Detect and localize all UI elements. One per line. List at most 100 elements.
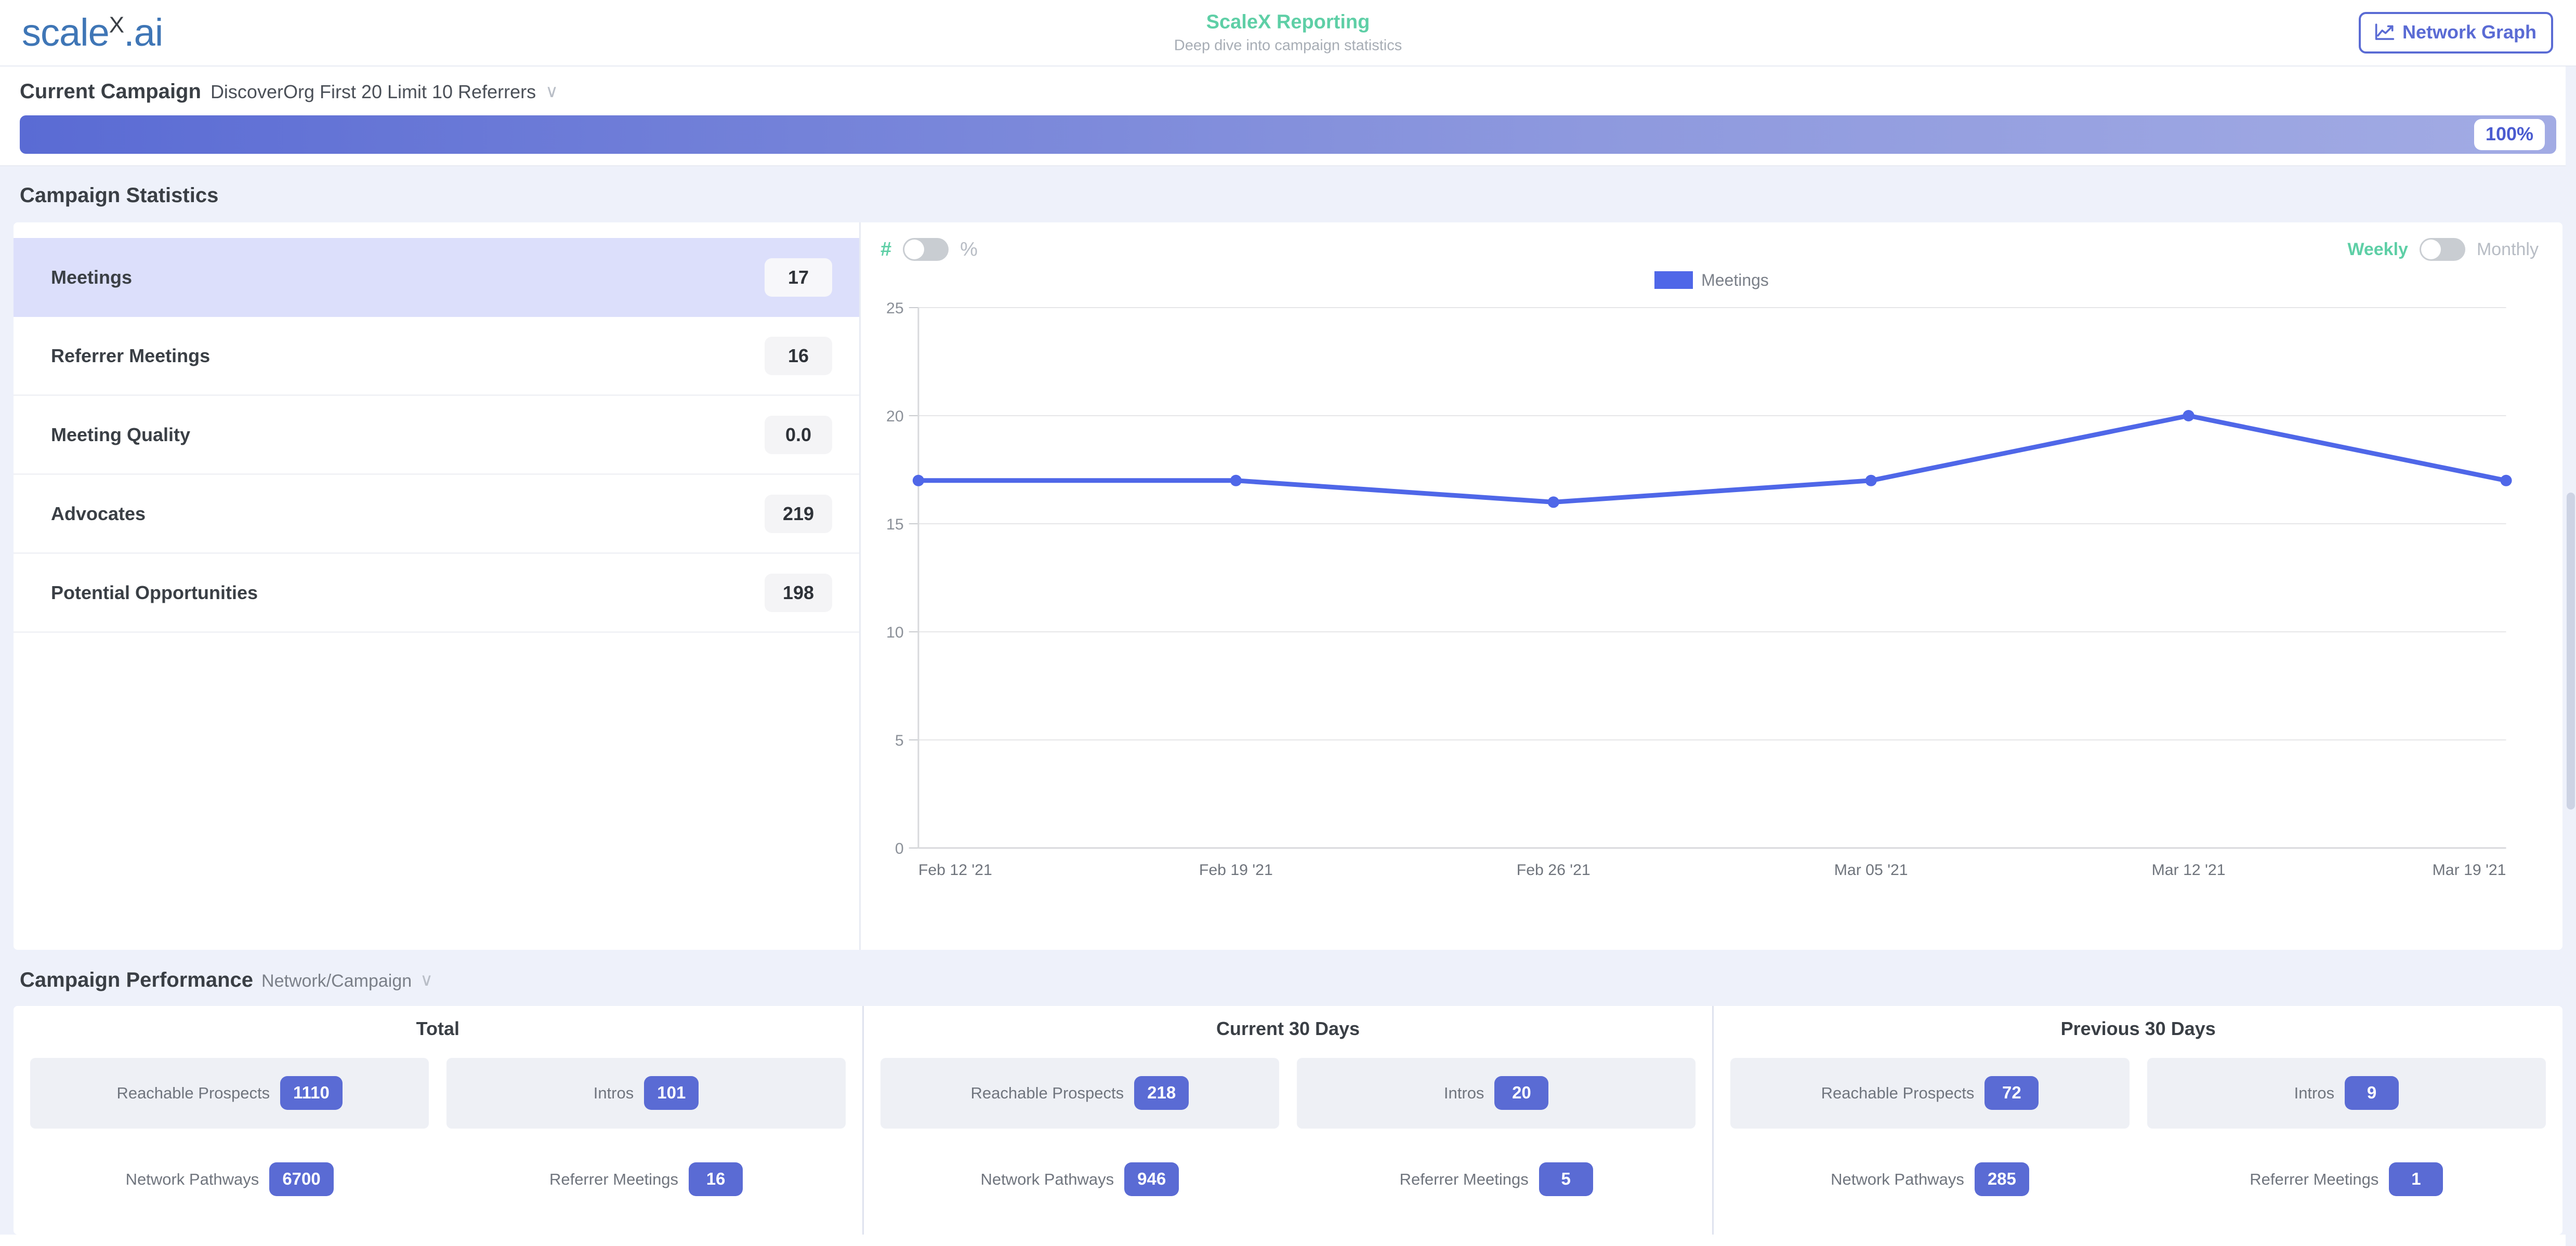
campaign-statistics-title: Campaign Statistics — [20, 184, 219, 207]
percent-toggle-label[interactable]: % — [960, 240, 978, 259]
svg-text:10: 10 — [886, 624, 904, 641]
card-label: Referrer Meetings — [549, 1170, 679, 1189]
card-label: Reachable Prospects — [970, 1084, 1124, 1103]
svg-text:Feb 19 '21: Feb 19 '21 — [1199, 861, 1273, 879]
column-title: Total — [416, 1018, 459, 1039]
logo-main-text: scale — [22, 11, 110, 54]
stat-row-referrer-meetings[interactable]: Referrer Meetings 16 — [14, 317, 859, 396]
card-label: Reachable Prospects — [116, 1084, 270, 1103]
card-label: Network Pathways — [1831, 1170, 1964, 1189]
perf-card-intros: Intros 101 — [446, 1057, 846, 1129]
number-percent-switch[interactable] — [903, 238, 949, 261]
perf-card-network-pathways: Network Pathways 6700 — [30, 1144, 429, 1215]
svg-text:15: 15 — [886, 516, 904, 533]
card-label: Network Pathways — [125, 1170, 259, 1189]
monthly-toggle-label[interactable]: Monthly — [2477, 241, 2539, 258]
stat-label: Meeting Quality — [51, 423, 191, 445]
weekly-toggle-label[interactable]: Weekly — [2347, 241, 2408, 258]
app-header: scaleX.ai ScaleX Reporting Deep dive int… — [0, 0, 2576, 67]
stat-row-potential-opportunities[interactable]: Potential Opportunities 198 — [14, 554, 859, 633]
card-value: 5 — [1539, 1162, 1593, 1197]
perf-card-referrer-meetings: Referrer Meetings 5 — [1297, 1144, 1696, 1215]
logo-superscript: X — [109, 12, 124, 38]
chart-legend: Meetings — [861, 271, 2562, 289]
campaign-performance-header: Campaign Performance Network/Campaign ∨ — [0, 969, 2576, 1006]
page-subtitle: Deep dive into campaign statistics — [1174, 37, 1402, 54]
network-graph-button[interactable]: Network Graph — [2358, 12, 2553, 54]
chevron-down-icon[interactable]: ∨ — [420, 971, 433, 989]
performance-scope-value[interactable]: Network/Campaign — [261, 971, 412, 991]
stat-label: Referrer Meetings — [51, 344, 211, 366]
logo-suffix: .ai — [124, 11, 163, 54]
progress-percent-badge: 100% — [2474, 119, 2545, 150]
svg-text:Feb 12 '21: Feb 12 '21 — [918, 861, 992, 879]
page-scrollbar[interactable] — [2566, 67, 2576, 1246]
switch-knob — [2421, 240, 2441, 259]
stat-value-badge: 198 — [765, 573, 832, 612]
performance-column-current-30-days: Current 30 Days Reachable Prospects 218 … — [864, 1006, 1714, 1235]
card-value: 1 — [2389, 1162, 2443, 1197]
column-title: Previous 30 Days — [2060, 1018, 2216, 1039]
stat-label: Advocates — [51, 502, 146, 524]
legend-label-meetings: Meetings — [1701, 271, 1769, 289]
card-label: Referrer Meetings — [2250, 1170, 2379, 1189]
column-title: Current 30 Days — [1216, 1018, 1360, 1039]
perf-card-referrer-meetings: Referrer Meetings 1 — [2147, 1144, 2546, 1215]
statistics-list: Meetings 17 Referrer Meetings 16 Meeting… — [14, 222, 861, 950]
svg-text:0: 0 — [895, 840, 904, 857]
current-campaign-value[interactable]: DiscoverOrg First 20 Limit 10 Referrers — [211, 82, 536, 102]
svg-text:Mar 05 '21: Mar 05 '21 — [1834, 861, 1908, 879]
perf-card-intros: Intros 9 — [2147, 1057, 2546, 1129]
scalex-logo[interactable]: scaleX.ai — [22, 14, 163, 52]
line-chart-icon — [2374, 23, 2395, 42]
svg-text:Mar 12 '21: Mar 12 '21 — [2152, 861, 2226, 879]
chevron-down-icon[interactable]: ∨ — [545, 83, 558, 100]
scrollbar-thumb[interactable] — [2567, 493, 2575, 810]
number-percent-toggle-group: # % — [880, 238, 978, 261]
card-value: 20 — [1494, 1076, 1549, 1110]
performance-card-grid: Reachable Prospects 218 Intros 20 Networ… — [880, 1057, 1696, 1215]
performance-card-grid: Reachable Prospects 72 Intros 9 Network … — [1730, 1057, 2546, 1215]
stat-row-advocates[interactable]: Advocates 219 — [14, 475, 859, 554]
perf-card-reachable-prospects: Reachable Prospects 72 — [1730, 1057, 2130, 1129]
card-label: Network Pathways — [980, 1170, 1114, 1189]
card-value: 946 — [1124, 1162, 1179, 1197]
campaign-selector-row: Current Campaign DiscoverOrg First 20 Li… — [20, 80, 2556, 103]
svg-text:5: 5 — [895, 732, 904, 749]
stat-value-badge: 219 — [765, 494, 832, 533]
perf-card-network-pathways: Network Pathways 946 — [880, 1144, 1279, 1215]
card-label: Intros — [1443, 1084, 1484, 1103]
stat-value-badge: 0.0 — [765, 415, 832, 454]
chart-canvas: 0 5 10 15 20 25 Feb 12 '21 Feb 19 '21 Feb 26 '21… — [886, 300, 2512, 879]
card-label: Intros — [2294, 1084, 2335, 1103]
card-value: 6700 — [269, 1162, 334, 1197]
stat-row-meeting-quality[interactable]: Meeting Quality 0.0 — [14, 396, 859, 475]
card-value: 72 — [1984, 1076, 2039, 1110]
card-label: Referrer Meetings — [1399, 1170, 1529, 1189]
card-label: Intros — [593, 1084, 634, 1103]
performance-panel: Total Reachable Prospects 1110 Intros 10… — [14, 1006, 2562, 1235]
card-value: 9 — [2345, 1076, 2399, 1110]
svg-text:Mar 19 '21: Mar 19 '21 — [2433, 861, 2506, 879]
chart-controls: # % Weekly Monthly — [861, 222, 2562, 270]
card-value: 1110 — [280, 1076, 343, 1110]
performance-column-previous-30-days: Previous 30 Days Reachable Prospects 72 … — [1714, 1006, 2562, 1235]
legend-swatch-meetings[interactable] — [1654, 271, 1693, 289]
number-toggle-label[interactable]: # — [880, 240, 891, 259]
network-graph-label: Network Graph — [2402, 21, 2536, 43]
chart-pane: # % Weekly Monthly Meetings 0 5 10 15 20 25 Fe… — [861, 222, 2562, 950]
header-center: ScaleX Reporting Deep dive into campaign… — [924, 11, 1652, 54]
perf-card-network-pathways: Network Pathways 285 — [1730, 1144, 2129, 1215]
current-campaign-bar: Current Campaign DiscoverOrg First 20 Li… — [0, 67, 2576, 166]
stat-value-badge: 17 — [765, 258, 832, 297]
campaign-statistics-section: Campaign Statistics Meetings 17 Referrer… — [0, 166, 2576, 950]
card-value: 218 — [1134, 1076, 1189, 1110]
stat-value-badge: 16 — [765, 336, 832, 375]
weekly-monthly-switch[interactable] — [2419, 238, 2465, 261]
stat-label: Meetings — [51, 267, 133, 288]
statistics-panel: Meetings 17 Referrer Meetings 16 Meeting… — [14, 222, 2562, 950]
stat-row-meetings[interactable]: Meetings 17 — [14, 238, 859, 317]
campaign-performance-title: Campaign Performance — [20, 969, 254, 991]
perf-card-reachable-prospects: Reachable Prospects 218 — [880, 1057, 1279, 1129]
campaign-performance-section: Campaign Performance Network/Campaign ∨ … — [0, 950, 2576, 1235]
